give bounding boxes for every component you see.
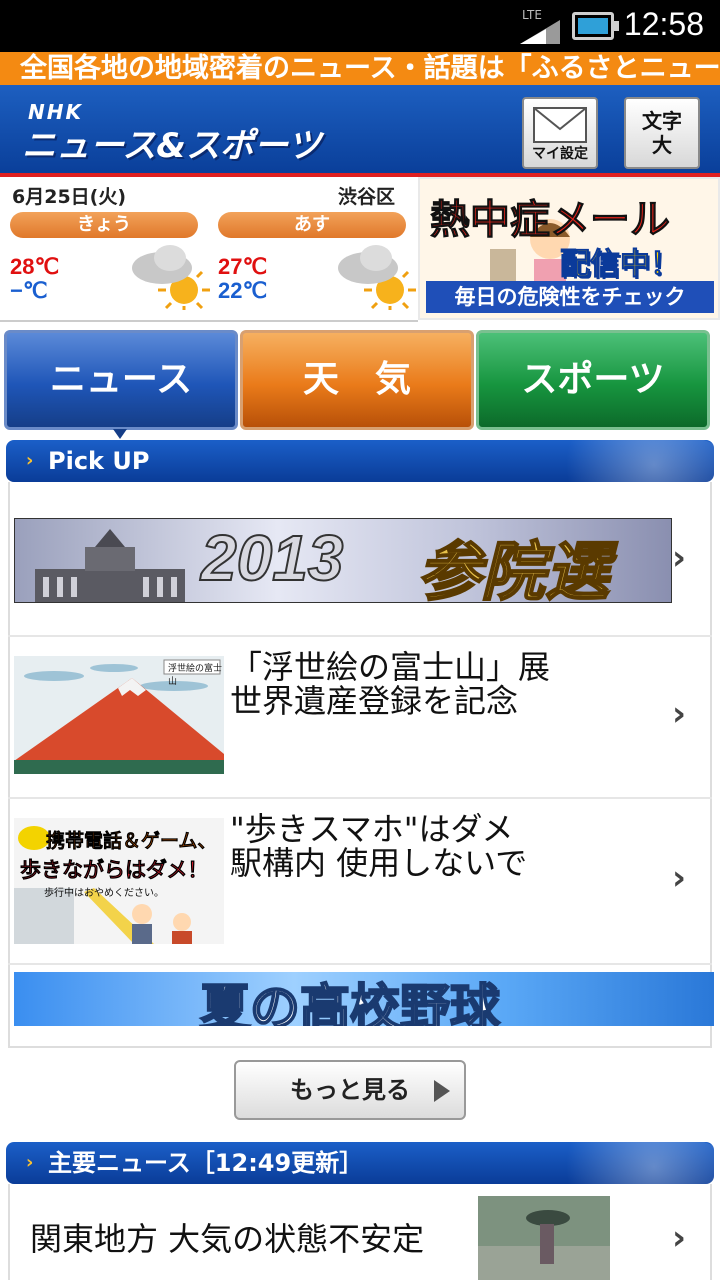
fuji-ukiyoe-thumbnail[interactable]: 浮世絵の富士山 xyxy=(14,656,224,774)
main-news-item-title[interactable]: 関東地方 大気の状態不安定 xyxy=(30,1222,424,1256)
election-year: 2013 xyxy=(200,521,344,595)
chevron-right-icon[interactable]: › xyxy=(672,694,686,734)
tab-sports[interactable]: スポーツ xyxy=(476,330,710,430)
news-item-title-line1: "歩きスマホ"はダメ xyxy=(230,810,514,848)
summer-baseball-banner[interactable]: 夏の高校野球 xyxy=(14,972,714,1026)
tab-news[interactable]: ニュース xyxy=(4,330,238,439)
globe-decoration xyxy=(534,440,714,482)
chevron-right-icon[interactable]: › xyxy=(672,538,686,578)
play-triangle-icon xyxy=(434,1080,450,1102)
news-item-title[interactable]: "歩きスマホ"はダメ 駅構内 使用しないで xyxy=(230,812,527,880)
thumb-caption: 浮世絵の富士山 xyxy=(168,664,223,687)
tomorrow-low: 22℃ xyxy=(218,278,268,303)
text-size-label-1: 文字 xyxy=(642,109,682,133)
news-ticker[interactable]: 全国各地の地域密着のニュース・話題は「ふるさとニュース xyxy=(0,52,720,85)
today-label: きょう xyxy=(10,212,198,238)
today-low: −℃ xyxy=(10,278,48,303)
rain-street-illustration xyxy=(478,1196,610,1280)
cloudy-sunny-icon xyxy=(132,245,210,310)
tab-weather[interactable]: 天 気 xyxy=(240,330,474,430)
tomorrow-high: 27℃ xyxy=(218,254,268,279)
pickup-section-header: › Pick UP xyxy=(6,440,714,482)
row-divider xyxy=(8,963,712,965)
summer-baseball-title: 夏の高校野球 xyxy=(199,978,501,1026)
news-item-title-line1: 「浮世絵の富士山」展 xyxy=(230,648,551,686)
news-item-title-line2: 世界遺産登録を記念 xyxy=(230,682,519,720)
heatstroke-mail-banner[interactable]: 熱中症メール 配信中！ 毎日の危険性をチェック xyxy=(418,177,720,320)
chevron-right-icon[interactable]: › xyxy=(672,1218,686,1258)
news-item-title-line2: 駅構内 使用しないで xyxy=(230,844,528,882)
status-bar: LTE 12:58 xyxy=(0,0,720,52)
row-divider xyxy=(8,797,712,799)
diet-building-illustration xyxy=(35,529,185,602)
thumb-caption-3: 歩行中はおやめください。 xyxy=(44,888,164,899)
news-item-title[interactable]: 「浮世絵の富士山」展 世界遺産登録を記念 xyxy=(230,650,550,718)
weather-date: 6月25日(火) xyxy=(12,186,127,208)
globe-decoration xyxy=(534,1142,714,1184)
election-2013-banner[interactable]: 2013 参院選 xyxy=(14,518,672,603)
election-title: 参院選 xyxy=(416,535,610,603)
thumb-caption-1: 携帯電話＆ゲーム、 xyxy=(46,830,217,853)
pickup-title: Pick UP xyxy=(48,447,150,475)
signal-icon xyxy=(520,20,560,44)
heatstroke-banner-subtitle: 配信中！ xyxy=(560,247,681,283)
today-high: 28℃ xyxy=(10,254,60,279)
weather-area[interactable]: 渋谷区 xyxy=(338,182,395,209)
main-news-title: 主要ニュース［12:49更新］ xyxy=(48,1149,364,1177)
cloudy-sunny-icon xyxy=(338,245,416,310)
battery-icon xyxy=(572,12,619,40)
row-divider xyxy=(8,635,712,637)
more-button[interactable]: もっと見る xyxy=(234,1060,466,1120)
main-news-section-header: › 主要ニュース［12:49更新］ xyxy=(6,1142,714,1184)
my-settings-button[interactable]: マイ設定 xyxy=(522,97,598,169)
main-news-thumbnail[interactable] xyxy=(478,1196,610,1280)
mail-icon xyxy=(533,107,587,143)
app-logo[interactable]: ニュース&スポーツ xyxy=(22,118,321,167)
heatstroke-banner-title: 熱中症メール xyxy=(430,197,671,244)
chevron-right-icon: › xyxy=(26,450,34,471)
text-size-label-2: 大 xyxy=(652,133,672,157)
walking-smartphone-thumbnail[interactable]: 携帯電話＆ゲーム、 歩きながらはダメ！ 歩行中はおやめください。 xyxy=(14,818,224,944)
chevron-right-icon: › xyxy=(26,1152,34,1173)
tomorrow-label: あす xyxy=(218,212,406,238)
text-size-label: 文字大 xyxy=(626,109,698,157)
chevron-right-icon[interactable]: › xyxy=(672,858,686,898)
heatstroke-banner-caption: 毎日の危険性をチェック xyxy=(426,281,714,313)
text-size-button[interactable]: 文字大 xyxy=(624,97,700,169)
clock: 12:58 xyxy=(623,6,704,42)
my-settings-label: マイ設定 xyxy=(532,146,588,162)
more-button-label: もっと見る xyxy=(290,1076,410,1104)
thumb-caption-2: 歩きながらはダメ！ xyxy=(20,858,209,883)
